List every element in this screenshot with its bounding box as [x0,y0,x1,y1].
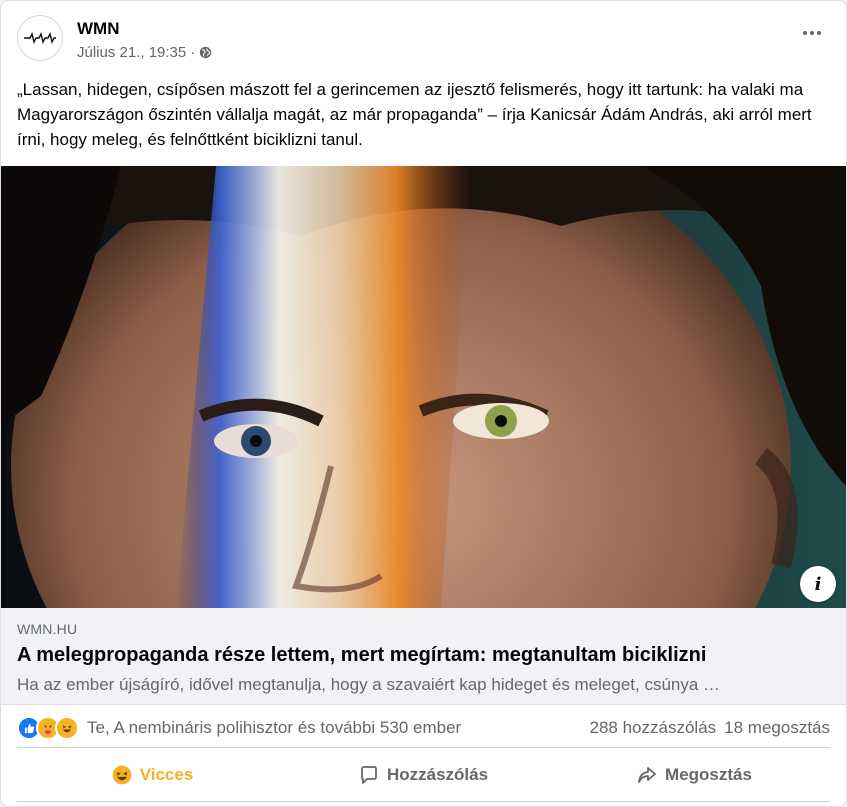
globe-icon [200,46,212,59]
wmn-logo-icon [24,31,56,45]
action-bar: Vicces Hozzászólás Megosztás [17,753,830,797]
post-text: „Lassan, hidegen, csípősen mászott fel a… [17,80,812,149]
haha-icon [55,716,79,740]
more-dot [803,31,807,35]
haha-icon [112,765,132,785]
comment-button[interactable]: Hozzászólás [288,753,559,797]
comment-label: Hozzászólás [386,765,489,784]
more-dot [810,31,814,35]
comment-count[interactable]: 288 hozzászólás [590,718,717,738]
divider [17,801,830,802]
link-title[interactable]: A melegpropaganda része lettem, mert meg… [17,644,706,667]
page-avatar[interactable] [17,15,63,61]
reaction-icons[interactable] [17,716,79,740]
post-stats: Te, A nembináris polihisztor és további … [17,709,830,748]
post-meta: Július 21., 19:35 · [77,44,212,61]
share-label: Megosztás [665,765,752,784]
counts: 288 hozzászólás 18 megosztás [590,718,830,738]
post-card: WMN Július 21., 19:35 · „Lassan, hidegen… [0,0,847,807]
link-domain: WMN.HU [17,621,78,637]
info-button[interactable]: i [800,566,836,602]
more-options-button[interactable] [798,21,826,45]
react-button[interactable]: Vicces [17,753,288,797]
link-description: Ha az ember újságíró, idővel megtanulja,… [17,675,721,694]
comment-icon [361,766,377,784]
share-icon [638,767,656,783]
portrait-image [1,166,846,608]
post-header: WMN Július 21., 19:35 · [17,13,830,63]
link-preview-image[interactable]: i [1,166,846,608]
post-timestamp[interactable]: Július 21., 19:35 · [77,44,195,61]
page-name[interactable]: WMN [77,19,119,39]
more-dot [817,31,821,35]
share-button[interactable]: Megosztás [559,753,830,797]
share-count[interactable]: 18 megosztás [724,718,830,738]
reactors-text[interactable]: Te, A nembináris polihisztor és további … [87,718,590,738]
react-label: Vicces [139,765,194,784]
link-preview[interactable]: WMN.HU A melegpropaganda része lettem, m… [1,608,846,705]
